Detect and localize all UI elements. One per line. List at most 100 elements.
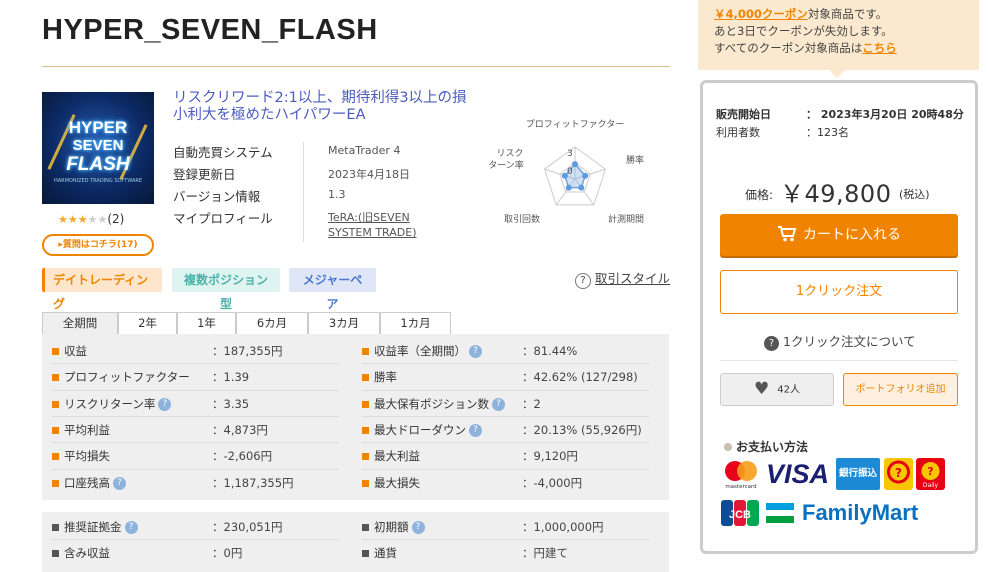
radar-point — [582, 172, 589, 179]
jcb-logo: JCB — [720, 498, 760, 528]
help-icon[interactable]: ? — [492, 397, 505, 411]
info-row-profile: マイプロフィール TeRA:(旧SEVEN SYSTEM TRADE) — [173, 208, 453, 242]
familymart-mark — [766, 503, 794, 523]
stat-value: ：2 — [522, 396, 541, 411]
bullet-square-icon — [362, 374, 369, 382]
help-icon[interactable]: ? — [113, 476, 126, 490]
stat-row: 勝率 ：42.62% (127/298) — [362, 364, 662, 390]
help-icon[interactable]: ? — [469, 423, 482, 437]
bullet-square-icon — [52, 374, 59, 382]
radar-label-trades: 取引回数 — [504, 213, 540, 225]
tag-daytrading[interactable]: デイトレーディング — [42, 268, 162, 311]
bullet-square-icon — [362, 453, 369, 461]
trade-style-label: 取引スタイル — [595, 271, 671, 286]
tab-1y[interactable]: 1年 — [177, 312, 236, 334]
stat-value: ：187,355円 — [212, 344, 283, 358]
stat-row: 最大ドローダウン? ：20.13% (55,926円) — [362, 417, 662, 443]
stat-label: 推奨証拠金? — [64, 514, 138, 540]
bullet-square-icon — [52, 550, 59, 557]
payment-title-text: お支払い方法 — [736, 440, 809, 454]
radar-label-risk-2: ターン率 — [488, 159, 524, 171]
stat-label-text: 最大利益 — [374, 449, 420, 464]
product-image[interactable]: HYPER SEVEN FLASH HARMONIZED TRADING SOF… — [42, 92, 154, 204]
like-button[interactable]: ♥ 42人 — [720, 373, 834, 406]
info-value: 2023年4月18日 — [328, 168, 410, 181]
familymart-logo: FamilyMart — [802, 500, 919, 525]
about-one-click-link[interactable]: ? 1クリック注文について — [764, 331, 916, 351]
stat-value: ：-4,000円 — [522, 475, 583, 490]
stat-row: 最大利益 ：9,120円 — [362, 443, 662, 469]
help-icon[interactable]: ? — [158, 397, 172, 411]
radar-scale-outer: 3 — [567, 149, 573, 159]
stat-label-text: 収益 — [64, 344, 87, 358]
coupon-amount-link[interactable]: ￥4,000クーポン — [714, 7, 808, 21]
question-icon: ? — [764, 336, 779, 351]
jcb-text: JCB — [729, 509, 751, 521]
stat-row: 通貨 ：円建て — [362, 540, 662, 566]
tab-2y[interactable]: 2年 — [118, 312, 177, 334]
help-icon[interactable]: ? — [411, 521, 425, 534]
stat-label: 初期額? — [374, 514, 425, 540]
users-label: 利用者数 — [716, 126, 760, 139]
info-key: バージョン情報 — [173, 189, 261, 204]
stat-label: 最大ドローダウン? — [374, 417, 482, 443]
stat-value: ：1,187,355円 — [212, 475, 294, 490]
one-click-order-button[interactable]: 1クリック注文 — [720, 270, 958, 314]
svg-text:?: ? — [927, 465, 933, 478]
stat-label-text: 勝率 — [374, 370, 397, 385]
stat-row: 初期額? ：1,000,000円 — [362, 514, 662, 540]
stat-row: 収益 ：187,355円 — [52, 338, 352, 364]
stat-value: ：1,000,000円 — [522, 520, 604, 534]
bullet-square-icon — [362, 400, 369, 408]
add-to-cart-button[interactable]: カートに入れる — [720, 214, 958, 256]
stat-label: リスクリターン率? — [64, 391, 172, 417]
question-icon: ? — [575, 273, 591, 289]
stats-panel-secondary: 推奨証拠金? ：230,051円 含み収益 ：0円 初期額? ：1,000,000円 通貨 ：… — [42, 512, 669, 572]
stat-label: 最大保有ポジション数? — [374, 391, 505, 417]
tag-multi-position[interactable]: 複数ポジション型 — [172, 268, 280, 311]
tab-1m[interactable]: 1カ月 — [380, 312, 451, 334]
heart-icon: ♥ — [754, 379, 770, 399]
tag-major-pair[interactable]: メジャーペア — [289, 268, 376, 311]
page-title: HYPER_SEVEN_FLASH — [42, 14, 378, 46]
about-one-click-label: 1クリック注文について — [783, 334, 916, 349]
coupon-link[interactable]: こちら — [862, 41, 897, 55]
stat-value: ：1.39 — [212, 370, 250, 385]
stat-row: 収益率（全期間）? ：81.44% — [362, 338, 662, 364]
stat-label-text: プロフィットファクター — [64, 370, 190, 385]
bullet-icon — [724, 443, 732, 451]
info-key: 自動売買システム — [173, 145, 273, 160]
price-tax: (税込) — [899, 188, 930, 201]
tab-6m[interactable]: 6カ月 — [236, 312, 308, 334]
tab-3m[interactable]: 3カ月 — [308, 312, 380, 334]
stat-value: ：4,873円 — [212, 422, 268, 437]
add-portfolio-button[interactable]: ポートフォリオ追加 — [843, 373, 958, 406]
bullet-square-icon — [52, 348, 59, 355]
radar-label-risk-1: リスク — [496, 148, 523, 159]
coupon-notice: ￥4,000クーポン対象商品です。 あと3日でクーポンが失効します。 すべてのク… — [698, 0, 979, 70]
mastercard-logo: mastercard — [720, 458, 762, 490]
review-count[interactable]: (2) — [107, 212, 124, 226]
info-row-system: 自動売買システム MetaTrader 4 — [173, 142, 453, 164]
stat-label: 平均利益 — [64, 417, 110, 443]
cart-button-label: カートに入れる — [803, 227, 901, 243]
title-divider — [42, 66, 670, 67]
profile-link[interactable]: TeRA:(旧SEVEN SYSTEM TRADE) — [328, 210, 428, 240]
trade-style-link[interactable]: ? 取引スタイル — [575, 268, 670, 289]
radar-scale-inner: 0 — [567, 167, 573, 177]
thumb-tagline: HARMONIZED TRADING SOFTWARE — [53, 178, 143, 184]
stat-label: 平均損失 — [64, 443, 110, 469]
thumb-text-flash: FLASH — [66, 154, 130, 175]
daily-yamazaki-logo-1: ? — [884, 458, 913, 490]
bullet-square-icon — [52, 426, 59, 434]
stat-label: 収益率（全期間）? — [374, 338, 482, 364]
radar-label-period: 計測期間 — [608, 213, 644, 225]
help-icon[interactable]: ? — [469, 345, 482, 358]
visa-logo: VISA — [766, 459, 830, 489]
stat-value: ：81.44% — [522, 344, 578, 358]
help-icon[interactable]: ? — [124, 521, 138, 534]
info-row-updated: 登録更新日 2023年4月18日 — [173, 164, 453, 186]
tab-all[interactable]: 全期間 — [42, 312, 118, 334]
question-button[interactable]: ▸質問はコチラ(17) — [42, 234, 154, 256]
info-key: 登録更新日 — [173, 167, 236, 182]
